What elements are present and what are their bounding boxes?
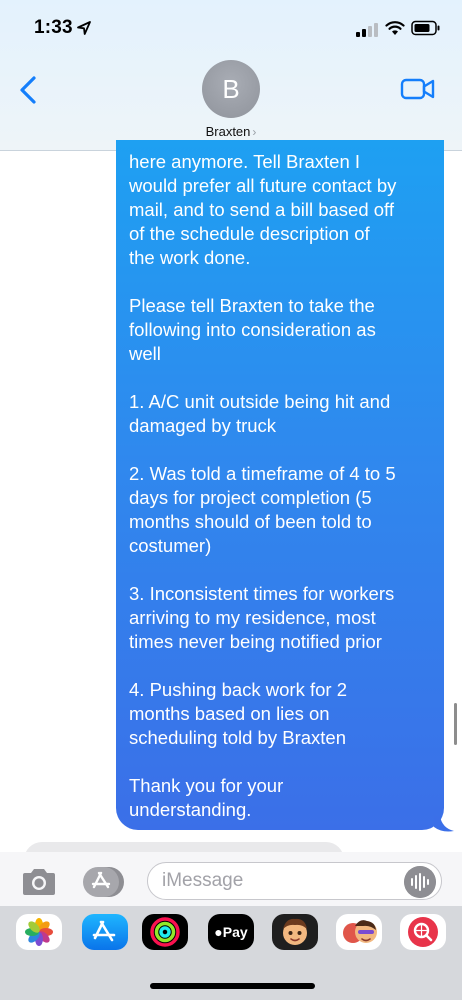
web-search-icon [408, 917, 438, 947]
battery-icon [411, 20, 440, 36]
memoji-app-button[interactable] [272, 914, 318, 950]
message-paragraph: here anymore. Tell Braxten I would prefe… [129, 151, 397, 268]
apple-pay-button[interactable]: ●Pay [208, 914, 254, 950]
photos-icon [25, 918, 53, 946]
home-indicator[interactable] [150, 983, 315, 989]
message-paragraph: 4. Pushing back work for 2 months based … [129, 679, 347, 748]
facetime-video-icon[interactable] [400, 76, 436, 102]
fitness-app-button[interactable] [142, 914, 188, 950]
audio-message-icon[interactable] [404, 866, 436, 898]
web-search-button[interactable] [400, 914, 446, 950]
apple-pay-icon: ● [214, 924, 223, 940]
outgoing-message-bubble[interactable]: here anymore. Tell Braxten I would prefe… [116, 140, 444, 830]
app-store-icon [92, 920, 116, 942]
message-paragraph: 1. A/C unit outside being hit and damage… [129, 391, 391, 436]
cellular-signal-icon [356, 23, 378, 37]
message-paragraph: Thank you for your understanding. [129, 775, 284, 820]
memoji-icon [283, 918, 307, 945]
stickers-icon [343, 920, 377, 943]
back-chevron-icon[interactable] [14, 72, 42, 108]
apple-pay-label: Pay [222, 924, 248, 940]
memoji-stickers-button[interactable] [336, 914, 382, 950]
message-paragraph: 3. Inconsistent times for workers arrivi… [129, 583, 395, 652]
app-store-toggle-icon[interactable] [82, 865, 126, 899]
contact-name-label[interactable]: Braxten › [0, 124, 462, 139]
app-store-button[interactable] [82, 914, 128, 950]
scroll-indicator[interactable] [454, 703, 457, 745]
camera-icon[interactable] [20, 867, 58, 897]
bubble-tail [434, 816, 454, 832]
message-input-placeholder: iMessage [162, 870, 244, 891]
chevron-right-icon: › [252, 125, 257, 139]
status-time: 1:33 [34, 17, 73, 38]
wifi-icon [385, 21, 405, 35]
message-paragraph: Please tell Braxten to take the followin… [129, 295, 376, 364]
message-paragraph: 2. Was told a timeframe of 4 to 5 days f… [129, 463, 396, 556]
photos-app-button[interactable] [16, 914, 62, 950]
contact-name: Braxten [205, 124, 251, 139]
fitness-icon [150, 917, 180, 947]
location-arrow-icon [77, 21, 91, 35]
contact-avatar[interactable]: B [202, 60, 260, 118]
